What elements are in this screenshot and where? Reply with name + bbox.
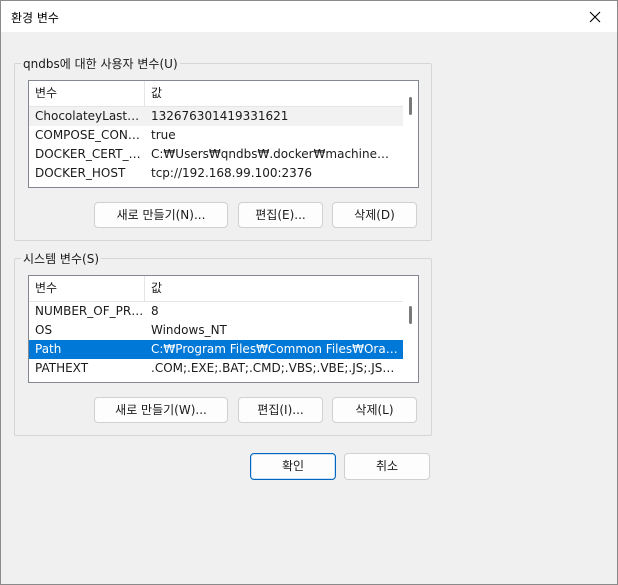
column-header-variable[interactable]: 변수	[29, 276, 145, 301]
close-button[interactable]	[573, 1, 617, 32]
user-new-button[interactable]: 새로 만들기(N)...	[94, 202, 228, 228]
user-variables-label: qndbs에 대한 사용자 변수(U)	[23, 57, 178, 71]
column-header-value[interactable]: 값	[145, 81, 403, 106]
variable-value: C:₩Users₩qndbs₩.docker₩machine₩mach...	[151, 147, 399, 161]
table-row-selected[interactable]: Path C:₩Program Files₩Common Files₩Oracl…	[29, 340, 403, 359]
variable-name: Path	[35, 342, 62, 356]
table-row[interactable]: ChocolateyLastPat... 132676301419331621	[29, 107, 403, 126]
environment-variables-dialog: 환경 변수 qndbs에 대한 사용자 변수(U) 변수 값 Chocolate…	[0, 0, 618, 585]
table-row[interactable]: DOCKER_HOST tcp://192.168.99.100:2376	[29, 164, 403, 183]
scrollbar-thumb[interactable]	[409, 306, 412, 324]
table-row[interactable]: NUMBER_OF_PRO... 8	[29, 302, 403, 321]
user-edit-button[interactable]: 편집(E)...	[238, 202, 323, 228]
table-row[interactable]: OS Windows_NT	[29, 321, 403, 340]
system-list-scrollbar[interactable]	[403, 276, 418, 382]
variable-name: DOCKER_HOST	[35, 166, 126, 180]
variable-value: 132676301419331621	[151, 109, 289, 123]
system-variables-label: 시스템 변수(S)	[23, 252, 99, 266]
variable-value: 8	[151, 304, 159, 318]
variable-name: PATHEXT	[35, 361, 89, 375]
variable-name: ChocolateyLastPat...	[35, 109, 144, 123]
variable-name: COMPOSE_CONV...	[35, 128, 144, 142]
variable-value: Windows_NT	[151, 323, 227, 337]
variable-value: tcp://192.168.99.100:2376	[151, 166, 313, 180]
variable-name: DOCKER_CERT_PA...	[35, 147, 144, 161]
table-row[interactable]: PATHEXT .COM;.EXE;.BAT;.CMD;.VBS;.VBE;.J…	[29, 359, 403, 378]
title-bar: 환경 변수	[1, 1, 617, 32]
window-title: 환경 변수	[11, 11, 59, 25]
variable-value: C:₩Program Files₩Common Files₩Oracle₩...	[151, 342, 399, 356]
system-edit-button[interactable]: 편집(I)...	[238, 397, 323, 423]
table-row[interactable]: COMPOSE_CONV... true	[29, 126, 403, 145]
user-delete-button[interactable]: 삭제(D)	[332, 202, 417, 228]
scrollbar-thumb[interactable]	[409, 97, 412, 115]
system-new-button[interactable]: 새로 만들기(W)...	[94, 397, 228, 423]
column-header-variable[interactable]: 변수	[29, 81, 145, 106]
cancel-button[interactable]: 취소	[344, 453, 430, 480]
list-header: 변수 값	[29, 276, 403, 302]
system-variables-list[interactable]: 변수 값 NUMBER_OF_PRO... 8 OS Windows_NT Pa…	[28, 275, 419, 383]
close-icon	[589, 11, 601, 22]
variable-name: OS	[35, 323, 53, 337]
column-header-value[interactable]: 값	[145, 276, 403, 301]
user-list-scrollbar[interactable]	[403, 81, 418, 187]
variable-name: NUMBER_OF_PRO...	[35, 304, 144, 318]
user-variables-list[interactable]: 변수 값 ChocolateyLastPat... 13267630141933…	[28, 80, 419, 188]
table-row[interactable]: DOCKER_CERT_PA... C:₩Users₩qndbs₩.docker…	[29, 145, 403, 164]
system-delete-button[interactable]: 삭제(L)	[332, 397, 417, 423]
ok-button[interactable]: 확인	[250, 453, 336, 480]
dialog-body: qndbs에 대한 사용자 변수(U) 변수 값 ChocolateyLastP…	[1, 32, 617, 584]
variable-value: true	[151, 128, 176, 142]
list-header: 변수 값	[29, 81, 403, 107]
variable-value: .COM;.EXE;.BAT;.CMD;.VBS;.VBE;.JS;.JSE;.…	[151, 361, 399, 375]
